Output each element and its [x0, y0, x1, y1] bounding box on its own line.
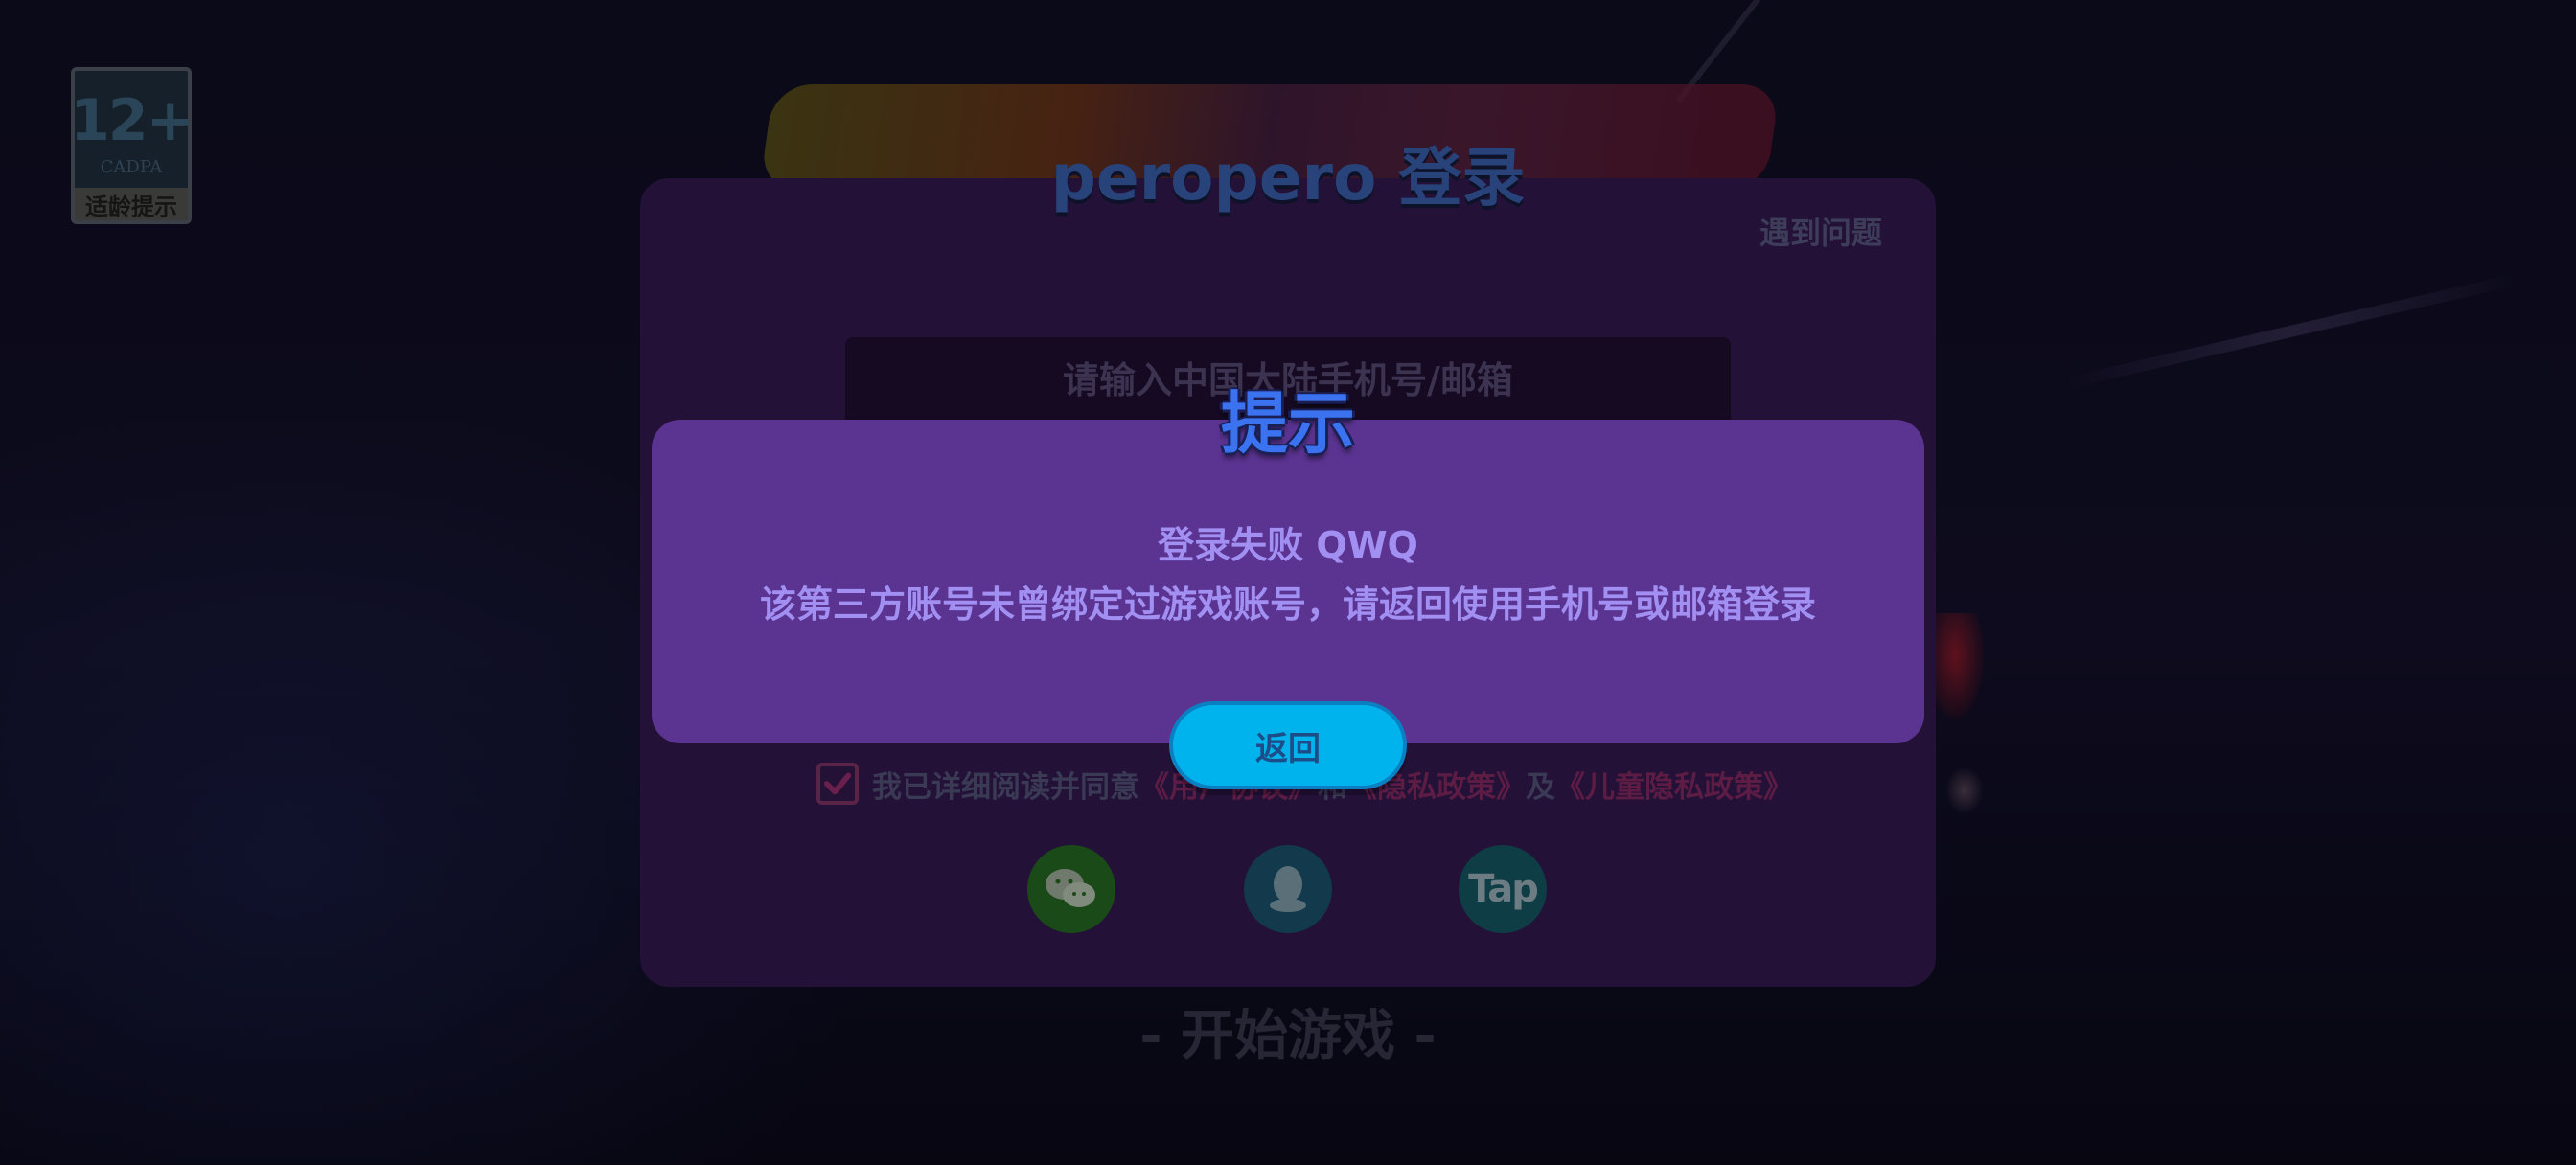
login-title: peropero 登录 — [1050, 141, 1526, 215]
age-rating-org: CADPA — [100, 157, 163, 177]
help-link[interactable]: 遇到问题 — [1760, 209, 1882, 253]
agreement-prefix: 我已详细阅读并同意 — [872, 769, 1139, 805]
qq-icon — [1270, 866, 1306, 912]
wechat-login-button[interactable] — [1027, 845, 1116, 933]
dialog-message: 登录失败 QWQ 该第三方账号未曾绑定过游戏账号，请返回使用手机号或邮箱登录 — [652, 515, 1924, 634]
age-rating-label: 适龄提示 — [75, 188, 188, 220]
start-game-label[interactable]: - 开始游戏 - — [640, 993, 1936, 1070]
qq-login-button[interactable] — [1244, 845, 1332, 933]
background-character — [1945, 766, 1984, 814]
children-privacy-link[interactable]: 《儿童隐私政策》 — [1555, 770, 1793, 805]
wechat-icon — [1046, 869, 1095, 907]
agreement-and: 及 — [1526, 769, 1555, 805]
dialog-title: 提示 — [1221, 384, 1355, 463]
back-button[interactable]: 返回 — [1169, 701, 1407, 789]
taptap-label: Tap — [1468, 867, 1539, 911]
age-rating-number: 12+ — [70, 87, 195, 154]
age-rating-badge: 12+ CADPA 适龄提示 — [70, 67, 195, 224]
taptap-login-button[interactable]: Tap — [1459, 845, 1547, 933]
dialog-message-line2: 该第三方账号未曾绑定过游戏账号，请返回使用手机号或邮箱登录 — [759, 583, 1816, 626]
agreement-checkbox[interactable] — [816, 763, 859, 805]
checkmark-icon — [823, 772, 852, 795]
dialog-message-line1: 登录失败 QWQ — [1158, 524, 1418, 566]
